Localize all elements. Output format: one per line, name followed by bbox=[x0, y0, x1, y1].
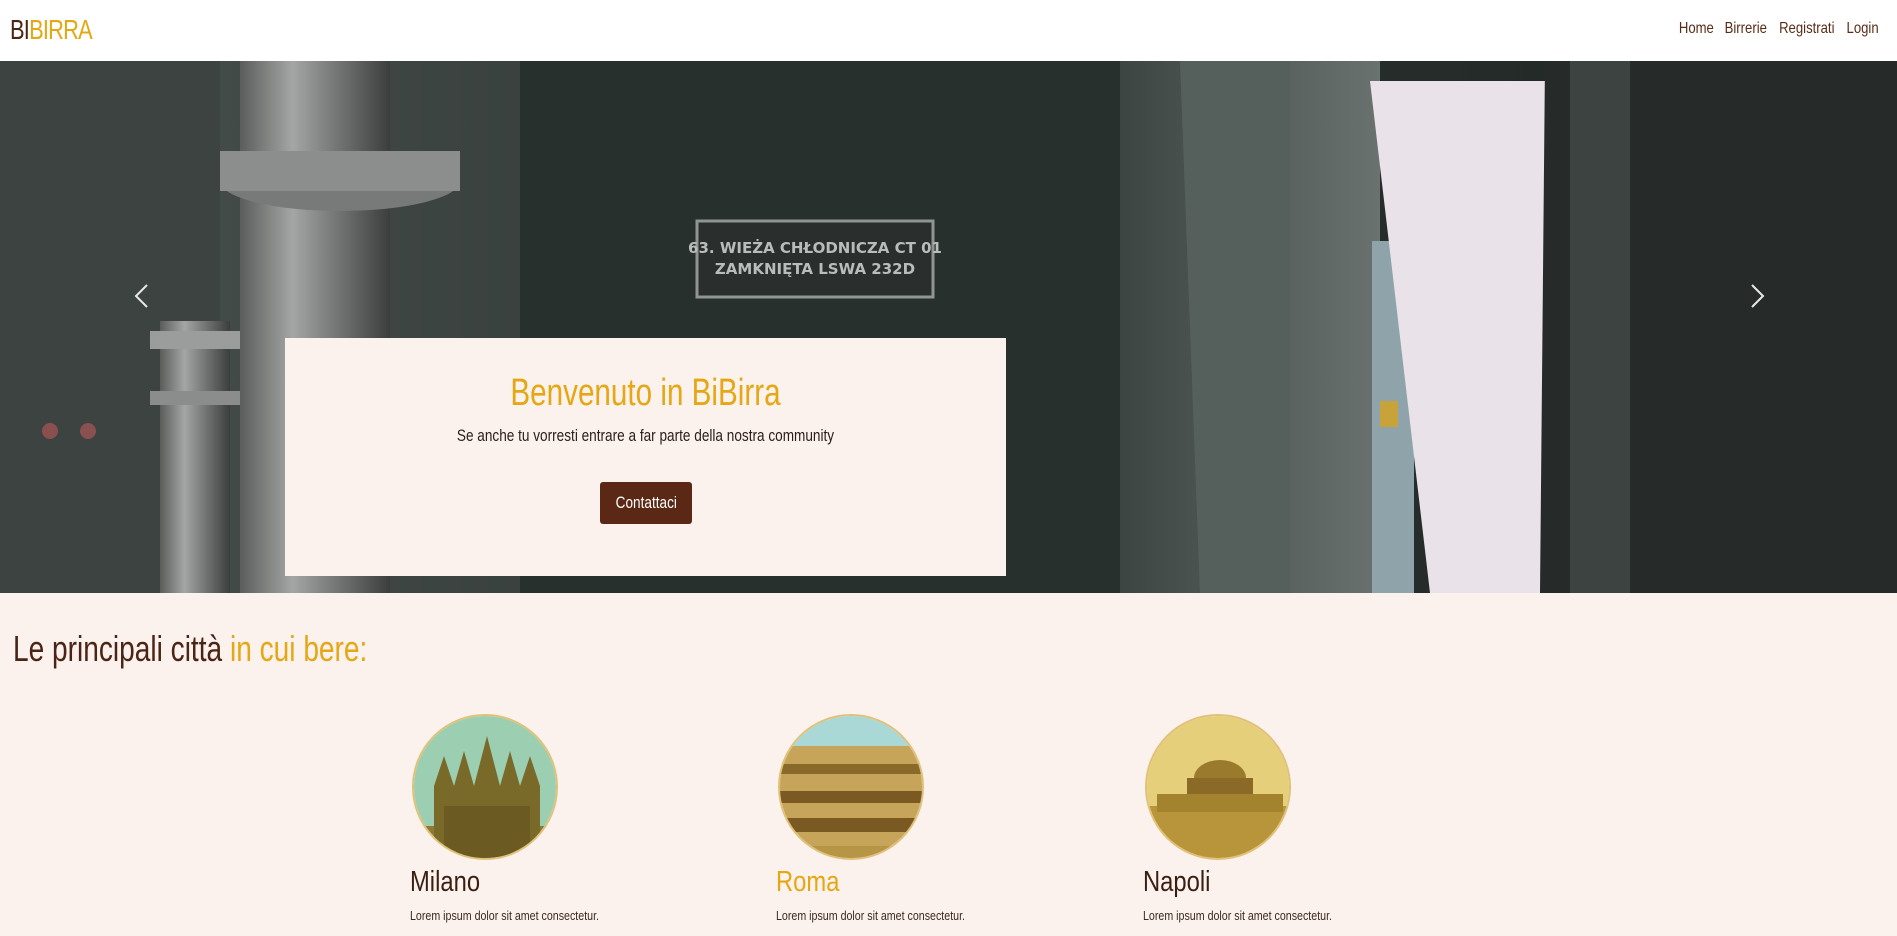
carousel-prev-button[interactable] bbox=[122, 271, 162, 321]
city-name-roma: Roma bbox=[776, 866, 840, 898]
hero-subtitle: Se anche tu vorresti entrare a far parte… bbox=[456, 426, 835, 445]
nav-link-birrerie[interactable]: Birrerie bbox=[1722, 20, 1769, 38]
brand-part-2: BIRRA bbox=[29, 14, 93, 45]
nav-link-login[interactable]: Login bbox=[1844, 20, 1881, 38]
city-desc-milano: Lorem ipsum dolor sit amet consectetur. bbox=[410, 908, 600, 923]
city-name-milano: Milano bbox=[410, 866, 481, 898]
nav-link-registrati[interactable]: Registrati bbox=[1777, 20, 1837, 38]
brand-part-1: BI bbox=[10, 14, 30, 45]
city-desc-roma: Lorem ipsum dolor sit amet consectetur. bbox=[776, 908, 966, 923]
nav-link-home[interactable]: Home bbox=[1676, 20, 1716, 38]
contact-button-label: Contattaci bbox=[615, 493, 677, 512]
hero-carousel: 63. WIEŻA CHŁODNICZA CT 01 ZAMKNIĘTA LSW… bbox=[0, 61, 1897, 593]
section-title: Le principali città in cui bere: bbox=[13, 628, 367, 670]
sign-line-1: 63. WIEŻA CHŁODNICZA CT 01 bbox=[688, 238, 942, 257]
nav-links: Home Birrerie Registrati Login bbox=[1676, 20, 1885, 38]
city-name-napoli: Napoli bbox=[1143, 866, 1211, 898]
section-title-highlight: in cui bere: bbox=[229, 628, 368, 669]
brand-logo[interactable]: BIBIRRA bbox=[10, 14, 93, 46]
city-image-roma bbox=[778, 714, 924, 860]
city-image-napoli bbox=[1145, 714, 1291, 860]
hero-title: Benvenuto in BiBirra bbox=[510, 372, 781, 414]
sign-line-2: ZAMKNIĘTA LSWA 232D bbox=[715, 260, 915, 278]
city-desc-napoli: Lorem ipsum dolor sit amet consectetur. bbox=[1143, 908, 1333, 923]
contact-button[interactable]: Contattaci bbox=[600, 482, 692, 524]
carousel-caption: Benvenuto in BiBirra Se anche tu vorrest… bbox=[285, 338, 1006, 576]
navbar: BIBIRRA Home Birrerie Registrati Login bbox=[0, 0, 1897, 61]
carousel-next-button[interactable] bbox=[1737, 271, 1777, 321]
chevron-left-icon bbox=[134, 284, 148, 308]
section-title-main: Le principali città bbox=[13, 628, 223, 669]
city-image-milano bbox=[412, 714, 558, 860]
chevron-right-icon bbox=[1751, 284, 1765, 308]
